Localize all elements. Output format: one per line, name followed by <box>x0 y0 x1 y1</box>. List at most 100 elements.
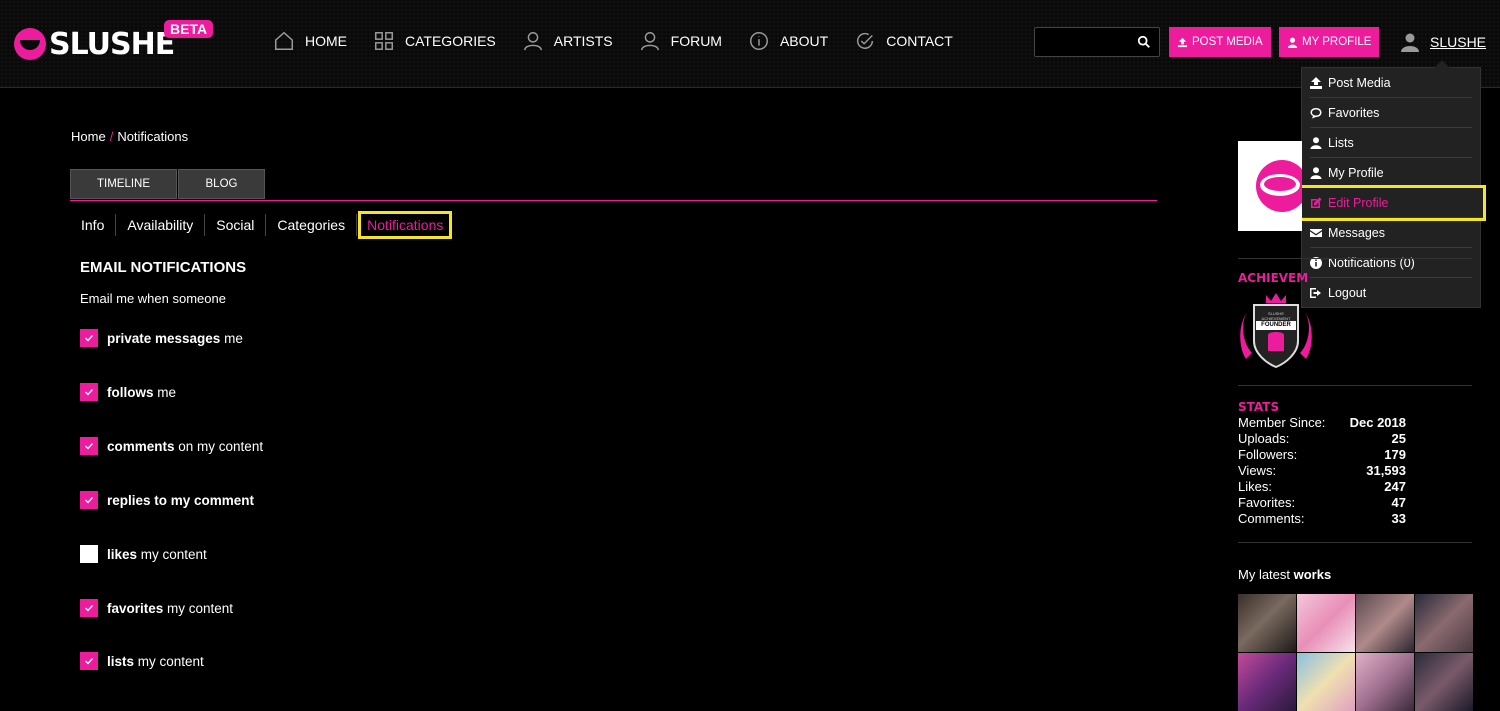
upload-icon <box>1177 37 1188 47</box>
nav-contact[interactable]: CONTACT <box>854 30 953 52</box>
checkbox-unchecked[interactable] <box>80 545 98 563</box>
nav-contact-label: CONTACT <box>886 33 953 49</box>
grid-icon <box>375 32 393 50</box>
work-thumbnail[interactable] <box>1297 653 1355 711</box>
user-icon <box>1310 166 1322 179</box>
option-comments[interactable]: comments on my content <box>80 437 263 455</box>
work-thumbnail[interactable] <box>1356 653 1414 711</box>
post-media-label: POST MEDIA <box>1192 36 1263 48</box>
subnav-social[interactable]: Social <box>205 214 267 236</box>
work-thumbnail[interactable] <box>1415 594 1473 652</box>
stat-favorites: Favorites: 47 <box>1238 495 1406 510</box>
dropdown-post-media[interactable]: Post Media <box>1310 68 1472 98</box>
nav-about-label: ABOUT <box>779 33 829 49</box>
dropdown-logout-label: Logout <box>1328 286 1367 300</box>
nav-artists[interactable]: ARTISTS <box>522 30 613 52</box>
badge-line-3: FOUNDER <box>1261 322 1291 328</box>
user-menu-toggle[interactable]: SLUSHE <box>1400 32 1486 52</box>
checkbox-checked[interactable] <box>80 329 98 347</box>
work-thumbnail[interactable] <box>1356 594 1414 652</box>
stat-views: Views: 31,593 <box>1238 463 1406 478</box>
breadcrumb: Home / Notifications <box>71 129 188 144</box>
option-lists[interactable]: lists my content <box>80 652 204 670</box>
home-icon <box>275 31 293 50</box>
option-label: replies to my comment <box>107 492 255 508</box>
work-thumbnail[interactable] <box>1297 594 1355 652</box>
user-name: SLUSHE <box>1430 34 1487 50</box>
post-media-button[interactable]: POST MEDIA <box>1169 27 1271 57</box>
user-icon <box>1401 33 1419 52</box>
dropdown-my-profile[interactable]: My Profile <box>1310 158 1472 188</box>
settings-subnav: Info Availability Social Categories Noti… <box>70 211 453 239</box>
checkbox-checked[interactable] <box>80 383 98 401</box>
user-icon <box>640 32 659 51</box>
breadcrumb-home[interactable]: Home <box>71 129 106 144</box>
subnav-availability[interactable]: Availability <box>116 214 206 236</box>
sidebar-divider <box>1238 258 1472 259</box>
achievements-title: ACHIEVEM <box>1238 271 1309 285</box>
dropdown-edit-profile-label: Edit Profile <box>1328 195 1389 210</box>
check-icon <box>85 658 94 665</box>
checkbox-checked[interactable] <box>80 491 98 509</box>
user-icon <box>523 32 542 51</box>
envelope-icon <box>1310 228 1322 237</box>
nav-forum[interactable]: FORUM <box>639 30 722 52</box>
search-icon[interactable] <box>1137 35 1151 49</box>
subnav-categories[interactable]: Categories <box>266 214 358 236</box>
nav-categories[interactable]: CATEGORIES <box>373 30 496 52</box>
option-private-messages[interactable]: private messages me <box>80 329 243 347</box>
profile-tabs: TIMELINE BLOG <box>70 169 265 199</box>
check-circle-icon <box>857 32 874 49</box>
nav-about[interactable]: ABOUT <box>748 30 828 52</box>
dropdown-notifications[interactable]: Notifications (0) <box>1310 248 1472 278</box>
nav-home[interactable]: HOME <box>273 30 347 52</box>
search-input[interactable] <box>1034 27 1160 57</box>
dropdown-edit-profile[interactable]: Edit Profile <box>1297 185 1486 221</box>
dropdown-lists[interactable]: Lists <box>1310 128 1472 158</box>
option-label: lists my content <box>107 653 204 669</box>
breadcrumb-current: Notifications <box>117 129 189 144</box>
checkbox-checked[interactable] <box>80 599 98 617</box>
site-logo[interactable]: SLUSHE BETA <box>14 20 214 66</box>
option-label: follows me <box>107 384 177 400</box>
dropdown-favorites[interactable]: Favorites <box>1310 98 1472 128</box>
option-follows[interactable]: follows me <box>80 383 176 401</box>
tab-blog[interactable]: BLOG <box>178 169 265 199</box>
upload-icon <box>1310 76 1322 89</box>
subnav-info[interactable]: Info <box>70 214 117 236</box>
site-header: SLUSHE BETA HOME CATEGORIES ARTISTS FORU… <box>0 0 1500 88</box>
nav-categories-label: CATEGORIES <box>405 33 496 49</box>
stat-uploads: Uploads: 25 <box>1238 431 1406 446</box>
option-favorites[interactable]: favorites my content <box>80 599 233 617</box>
check-icon <box>85 389 94 396</box>
nav-home-label: HOME <box>305 33 347 49</box>
edit-icon <box>1311 197 1322 208</box>
avatar-logo-icon <box>1256 160 1302 212</box>
work-thumbnail[interactable] <box>1415 653 1473 711</box>
subnav-notifications[interactable]: Notifications <box>358 211 453 239</box>
comment-icon <box>1310 107 1322 118</box>
latest-works-title: My latest works <box>1238 567 1332 582</box>
sidebar-divider <box>1238 542 1472 543</box>
option-label: favorites my content <box>107 600 234 616</box>
dropdown-favorites-label: Favorites <box>1328 105 1380 120</box>
dropdown-logout[interactable]: Logout <box>1310 278 1472 308</box>
email-notifications-subtitle: Email me when someone <box>80 291 226 306</box>
dropdown-messages-label: Messages <box>1328 225 1385 240</box>
check-icon <box>85 443 94 450</box>
option-replies[interactable]: replies to my comment <box>80 491 254 509</box>
my-profile-button[interactable]: MY PROFILE <box>1279 27 1380 57</box>
founder-badge: SLUSHE ACHIEVEMENT FOUNDER <box>1240 293 1312 369</box>
dropdown-messages[interactable]: Messages <box>1310 218 1472 248</box>
checkbox-checked[interactable] <box>80 652 98 670</box>
user-dropdown-menu: Post Media Favorites Lists My Profile Ed… <box>1297 60 1486 308</box>
work-thumbnail[interactable] <box>1238 653 1296 711</box>
email-notifications-title: EMAIL NOTIFICATIONS <box>80 259 247 276</box>
tab-divider <box>70 200 1157 201</box>
tab-timeline[interactable]: TIMELINE <box>70 169 177 199</box>
option-likes[interactable]: likes my content <box>80 545 207 563</box>
avatar[interactable] <box>1238 141 1302 231</box>
dropdown-lists-label: Lists <box>1328 135 1354 150</box>
work-thumbnail[interactable] <box>1238 594 1296 652</box>
checkbox-checked[interactable] <box>80 437 98 455</box>
